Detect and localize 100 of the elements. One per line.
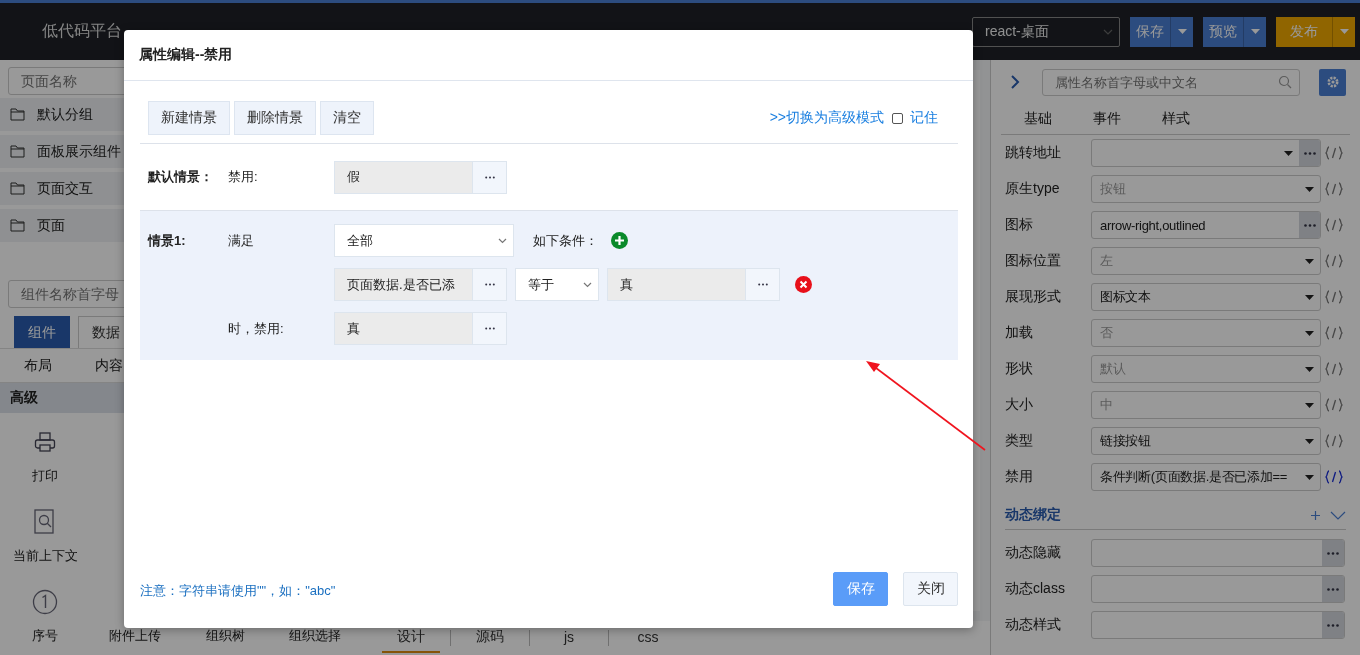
scenario-label: 情景1: xyxy=(146,231,187,250)
code-binding-icon[interactable] xyxy=(1325,254,1343,268)
property-field[interactable] xyxy=(1091,611,1345,639)
chevron-right-icon[interactable] xyxy=(1010,74,1020,90)
code-binding-icon[interactable] xyxy=(1325,290,1343,304)
result-label: 时，禁用: xyxy=(228,319,285,338)
component-label[interactable]: 打印 xyxy=(32,467,58,485)
code-binding-icon[interactable] xyxy=(1325,218,1343,232)
category-tab[interactable]: 布局 xyxy=(5,356,71,375)
code-binding-icon[interactable] xyxy=(1325,434,1343,448)
ellipsis-icon xyxy=(1327,623,1339,627)
property-label: 跳转地址 xyxy=(1005,144,1062,162)
ellipsis-icon xyxy=(484,327,495,330)
toolbar-button[interactable]: 删除情景 xyxy=(234,101,316,135)
more-button[interactable] xyxy=(1299,212,1320,238)
property-label: 图标位置 xyxy=(1005,252,1062,270)
value-field[interactable]: 真 xyxy=(607,268,745,301)
property-label: 禁用: xyxy=(228,168,259,186)
code-binding-icon[interactable] xyxy=(1325,470,1343,484)
property-field[interactable] xyxy=(1091,575,1345,603)
editor-tab[interactable]: js xyxy=(540,623,598,653)
chevron-down-icon xyxy=(1103,28,1113,35)
ellipsis-icon xyxy=(484,283,495,286)
value-field[interactable]: 假 xyxy=(334,160,472,194)
value-field[interactable]: 真 xyxy=(334,312,472,345)
property-label: 形状 xyxy=(1005,360,1034,378)
property-label: 加载 xyxy=(1005,324,1034,342)
more-button[interactable] xyxy=(1322,612,1344,638)
property-tab[interactable]: 样式 xyxy=(1144,110,1208,128)
caret-down-icon xyxy=(1305,258,1314,264)
property-field[interactable]: 条件判断(页面数据.是否已添加== xyxy=(1091,463,1321,491)
property-field[interactable]: 图标文本 xyxy=(1091,283,1321,311)
document-search-icon xyxy=(34,509,56,535)
editor-tab[interactable]: css xyxy=(619,623,677,653)
operator-select[interactable]: 等于 xyxy=(515,268,599,301)
property-label: 大小 xyxy=(1005,396,1034,414)
scenario-label: 默认情景： xyxy=(146,168,214,186)
ellipsis-icon xyxy=(1327,587,1339,591)
property-label: 禁用 xyxy=(1005,468,1034,486)
component-label[interactable]: 序号 xyxy=(32,627,58,645)
property-label: 类型 xyxy=(1005,432,1034,450)
property-field[interactable]: arrow-right,outlined xyxy=(1091,211,1321,239)
caret-down-icon xyxy=(1177,29,1187,34)
property-field[interactable]: 链接按钮 xyxy=(1091,427,1321,455)
remember-checkbox[interactable] xyxy=(892,112,903,124)
property-label: 原生type xyxy=(1005,180,1061,198)
code-binding-icon[interactable] xyxy=(1325,326,1343,340)
folder-icon xyxy=(10,108,25,121)
ellipsis-icon xyxy=(484,175,495,179)
caret-down-icon xyxy=(1305,366,1314,372)
settings-button[interactable] xyxy=(1319,68,1346,96)
code-binding-icon[interactable] xyxy=(1325,146,1343,160)
folder-icon xyxy=(10,145,25,158)
checkbox-label[interactable]: 记住 xyxy=(910,109,938,127)
folder-icon xyxy=(10,182,25,195)
settings-icon xyxy=(1325,75,1340,89)
add-condition-icon[interactable] xyxy=(611,232,628,249)
ellipsis-icon xyxy=(1327,551,1339,555)
section-title: 动态绑定 xyxy=(1005,506,1061,524)
value-field[interactable]: 页面数据.是否已添 xyxy=(334,268,472,301)
component-label[interactable]: 组织树 xyxy=(205,627,245,645)
remove-condition-icon[interactable] xyxy=(795,276,812,293)
component-label[interactable]: 当前上下文 xyxy=(12,547,78,565)
more-button[interactable] xyxy=(1322,540,1344,566)
chevron-down-icon[interactable] xyxy=(1330,510,1346,520)
code-binding-icon[interactable] xyxy=(1325,362,1343,376)
match-select[interactable]: 全部 xyxy=(334,224,514,257)
component-label[interactable]: 附件上传 xyxy=(109,627,161,645)
caret-down-icon xyxy=(1305,330,1314,336)
ellipsis-icon xyxy=(1303,223,1316,227)
caret-down-icon xyxy=(1305,474,1314,480)
toolbar-button[interactable]: 清空 xyxy=(320,101,374,135)
more-button[interactable] xyxy=(1299,140,1320,166)
dropdown-button[interactable] xyxy=(1171,16,1193,47)
chevron-down-icon xyxy=(583,281,592,288)
toolbar-button[interactable]: 新建情景 xyxy=(148,101,230,135)
property-tab[interactable]: 事件 xyxy=(1075,110,1139,128)
dropdown-button[interactable] xyxy=(1333,16,1355,47)
caret-down-icon xyxy=(1284,150,1293,156)
more-button[interactable] xyxy=(1322,576,1344,602)
property-label: 图标 xyxy=(1005,216,1034,234)
code-binding-icon[interactable] xyxy=(1325,182,1343,196)
property-field[interactable] xyxy=(1091,139,1321,167)
ellipsis-icon xyxy=(757,283,768,286)
component-label[interactable]: 组织选择 xyxy=(289,627,341,645)
panel-tab[interactable]: 组件 xyxy=(14,316,70,348)
search-icon xyxy=(1278,74,1292,89)
dialog-button[interactable]: 关闭 xyxy=(903,572,958,606)
advanced-mode-link[interactable]: >>切换为高级模式 xyxy=(769,109,884,127)
dropdown-button[interactable] xyxy=(1244,16,1266,47)
platform-select[interactable]: react-桌面 xyxy=(972,16,1120,47)
editor-tab[interactable]: 源码 xyxy=(461,623,519,653)
chevron-down-icon xyxy=(498,237,507,244)
property-tab[interactable]: 基础 xyxy=(1006,110,1070,128)
property-label: 动态样式 xyxy=(1005,616,1062,634)
caret-down-icon xyxy=(1305,186,1314,192)
code-binding-icon[interactable] xyxy=(1325,398,1343,412)
property-field[interactable] xyxy=(1091,539,1345,567)
plus-icon[interactable] xyxy=(1310,509,1321,521)
search-field[interactable]: 属性名称首字母或中文名 xyxy=(1042,68,1300,96)
